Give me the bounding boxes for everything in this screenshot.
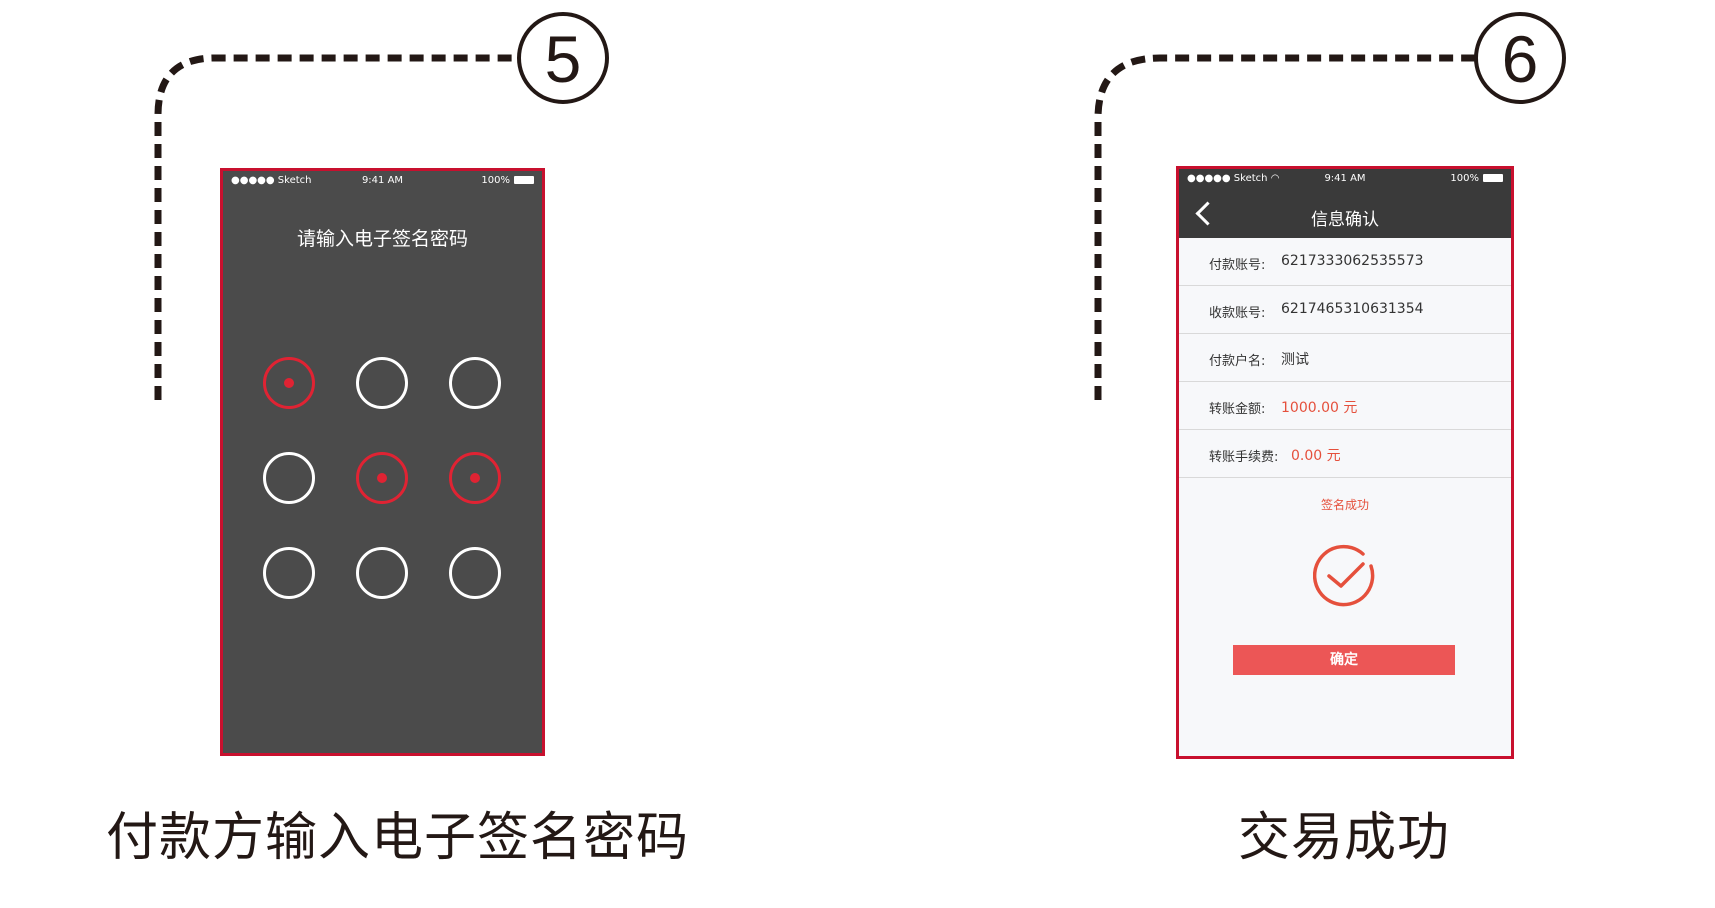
pattern-dot-4[interactable]: [263, 452, 315, 504]
pattern-dot-9[interactable]: [449, 547, 501, 599]
step5-caption: 付款方输入电子签名密码: [106, 808, 690, 868]
row-label: 付款户名:: [1209, 354, 1266, 369]
confirm-button[interactable]: 确定: [1233, 645, 1455, 675]
row-label: 转账手续费:: [1209, 450, 1279, 465]
info-row-payer-account: 付款账号: 6217333062535573: [1179, 238, 1511, 286]
info-row-amount: 转账金额: 1000.00 元: [1179, 382, 1511, 430]
battery-icon: [1483, 174, 1503, 182]
step6-number: 6: [1501, 22, 1539, 96]
info-row-payee-account: 收款账号: 6217465310631354: [1179, 286, 1511, 334]
pattern-dot-1[interactable]: [263, 357, 315, 409]
pattern-dot-2[interactable]: [356, 357, 408, 409]
row-value: 6217465310631354: [1281, 301, 1424, 317]
pattern-dot-7[interactable]: [263, 547, 315, 599]
row-value: 1000.00 元: [1281, 400, 1358, 416]
pattern-dot-5[interactable]: [356, 452, 408, 504]
row-label: 转账金额:: [1209, 402, 1266, 417]
step5-number: 5: [544, 22, 582, 96]
pattern-dot-6[interactable]: [449, 452, 501, 504]
success-message: 签名成功: [1320, 498, 1369, 512]
pattern-grid[interactable]: [223, 171, 542, 753]
info-row-payer-name: 付款户名: 测试: [1179, 334, 1511, 382]
row-value: 6217333062535573: [1281, 253, 1424, 269]
navigation-bar: ●●●●● Sketch ◠ 9:41 AM 100% 信息确认: [1179, 169, 1511, 238]
phone-transaction-success: ●●●●● Sketch ◠ 9:41 AM 100% 信息确认 付款账号: 6…: [1176, 166, 1514, 759]
pattern-dot-8[interactable]: [356, 547, 408, 599]
step6-caption: 交易成功: [1238, 808, 1451, 868]
status-bar: ●●●●● Sketch ◠ 9:41 AM 100%: [1179, 169, 1511, 187]
info-row-fee: 转账手续费: 0.00 元: [1179, 430, 1511, 478]
row-label: 收款账号:: [1209, 306, 1266, 321]
row-value: 0.00 元: [1291, 448, 1341, 464]
phone-pattern-lock: ●●●●● Sketch 9:41 AM 100% 请输入电子签名密码: [220, 168, 545, 756]
battery-label: 100%: [1450, 173, 1479, 184]
row-value: 测试: [1281, 352, 1309, 368]
status-battery: 100%: [1450, 173, 1503, 184]
success-check-icon: [1313, 544, 1375, 607]
pattern-dot-3[interactable]: [449, 357, 501, 409]
row-label: 付款账号:: [1209, 258, 1266, 273]
page-title: 信息确认: [1311, 210, 1379, 230]
